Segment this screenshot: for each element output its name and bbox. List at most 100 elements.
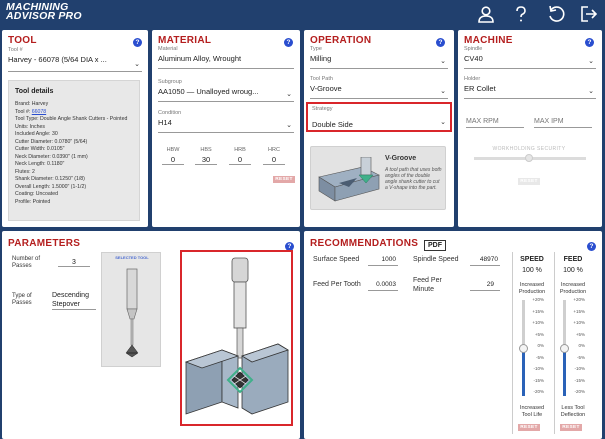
spindle-speed-value: 48970 bbox=[479, 256, 498, 263]
slider-tick-label: -5% bbox=[535, 354, 544, 360]
passes-label: Number of Passes bbox=[12, 256, 41, 269]
tool-detail-row: Included Angle: 30 bbox=[15, 131, 58, 137]
feed-slider-knob[interactable] bbox=[560, 343, 569, 353]
slider-tick-label: -15% bbox=[574, 377, 585, 383]
machine-panel: MACHINE ? Spindle CV40 ⌄ Holder ER Colle… bbox=[458, 30, 602, 227]
workholding-security-knob[interactable] bbox=[525, 154, 533, 162]
spindle-select[interactable]: Spindle CV40 ⌄ bbox=[464, 46, 596, 70]
operation-type-select[interactable]: Type Milling ⌄ bbox=[310, 46, 448, 70]
surface-speed-label: Surface Speed bbox=[313, 256, 360, 263]
selected-tool-label: SELECTED TOOL bbox=[115, 255, 149, 260]
tool-detail-row: Cutter Diameter: 0.0780" (5/64) bbox=[15, 138, 88, 145]
hrc-input[interactable]: 0 bbox=[263, 155, 285, 164]
tool-details-title: Tool details bbox=[15, 88, 54, 95]
max-ipm-input[interactable] bbox=[534, 116, 592, 128]
hbs-input[interactable]: 30 bbox=[195, 155, 217, 164]
feed-per-minute-label: Feed Per Minute bbox=[413, 277, 442, 293]
refresh-icon[interactable] bbox=[547, 5, 565, 23]
selected-tool-preview: SELECTED TOOL bbox=[101, 252, 161, 367]
top-bar: MACHINING ADVISOR PRO bbox=[0, 0, 605, 28]
slider-tick-label: +10% bbox=[573, 320, 585, 325]
hrb-input[interactable]: 0 bbox=[229, 155, 251, 164]
material-title: MATERIAL bbox=[158, 35, 212, 46]
holder-select[interactable]: Holder ER Collet ⌄ bbox=[464, 76, 596, 100]
tool-detail-row: Neck Length: 0.1180" bbox=[15, 161, 65, 167]
subgroup-select[interactable]: Subgroup AA1050 — Unalloyed wroug... ⌄ bbox=[158, 79, 294, 103]
slider-tick-label: +5% bbox=[575, 331, 585, 337]
help-icon[interactable] bbox=[512, 5, 530, 23]
speed-percent: 100 % bbox=[522, 267, 542, 274]
vgroove-title: V-Groove bbox=[385, 155, 417, 162]
tool-panel: TOOL ? Tool # Harvey - 66078 (5/64 DIA x… bbox=[2, 30, 148, 227]
speed-bottom-label: Increased Tool Life bbox=[519, 405, 545, 418]
tool-details-list: Brand: Harvey Tool #: 66078 Tool Type: Dou… bbox=[9, 101, 139, 206]
slider-tick-label: +15% bbox=[573, 308, 585, 314]
recommendations-title: RECOMMENDATIONS bbox=[310, 238, 419, 249]
material-select[interactable]: Material Aluminum Alloy, Wrought bbox=[158, 46, 294, 70]
feed-percent: 100 % bbox=[563, 267, 583, 274]
tool-detail-row: Flutes: 2 bbox=[15, 168, 35, 175]
slider-tick-label: 0% bbox=[578, 343, 585, 348]
tool-number-link[interactable]: 66078 bbox=[32, 109, 46, 115]
hrb-label: HRB bbox=[234, 147, 246, 153]
feed-reset-button[interactable]: RESET bbox=[560, 424, 582, 431]
speed-slider-knob[interactable] bbox=[519, 343, 528, 353]
slider-tick-label: +5% bbox=[534, 331, 544, 337]
feed-bottom-label: Less Tool Deflection bbox=[560, 405, 586, 418]
slider-tick-label: +15% bbox=[532, 308, 544, 314]
pdf-button[interactable]: PDF bbox=[424, 240, 446, 251]
chevron-down-icon: ⌄ bbox=[286, 122, 292, 129]
hbs-label: HBS bbox=[200, 147, 212, 153]
chevron-down-icon: ⌄ bbox=[588, 58, 594, 65]
surface-speed-value: 1000 bbox=[381, 256, 396, 263]
app-logo: MACHINING ADVISOR PRO bbox=[6, 1, 82, 22]
slider-tick-label: +10% bbox=[532, 320, 544, 325]
feed-slider-fill bbox=[563, 348, 566, 396]
slider-tick-label: -10% bbox=[533, 366, 544, 371]
max-rpm-input[interactable] bbox=[466, 116, 524, 128]
hbw-input[interactable]: 0 bbox=[162, 155, 184, 164]
tool-detail-row: Neck Diameter: 0.0390" (1 mm) bbox=[15, 153, 88, 160]
speed-slider-fill bbox=[522, 348, 525, 396]
vgroove-card: V-Groove A tool path that uses both angl… bbox=[310, 146, 446, 210]
passes-type-label: Type of Passes bbox=[12, 293, 32, 306]
slider-tick-label: -15% bbox=[533, 377, 544, 383]
feed-title: FEED bbox=[563, 256, 583, 263]
chevron-down-icon: ⌄ bbox=[440, 58, 446, 65]
chevron-down-icon: ⌄ bbox=[588, 88, 594, 95]
tool-help-icon[interactable]: ? bbox=[133, 38, 142, 47]
strategy-select[interactable]: Strategy Double Side ⌄ bbox=[306, 102, 452, 132]
chevron-down-icon: ⌄ bbox=[440, 88, 446, 95]
material-reset-button[interactable]: RESET bbox=[273, 176, 295, 183]
logout-icon[interactable] bbox=[580, 5, 598, 23]
feed-per-minute-value: 29 bbox=[486, 281, 494, 288]
toolpath-select[interactable]: Tool Path V-Groove ⌄ bbox=[310, 76, 448, 100]
passes-input[interactable]: 3 bbox=[58, 259, 90, 267]
tool-detail-row: Overall Length: 1.5000" (1-1/2) bbox=[15, 183, 87, 190]
tool-detail-row: Profile: Pointed bbox=[15, 198, 51, 205]
slider-tick-label: +20% bbox=[573, 297, 585, 302]
feed-top-label: Increased Production bbox=[559, 282, 587, 295]
condition-select[interactable]: Condition H14 ⌄ bbox=[158, 110, 294, 134]
machine-reset-button[interactable]: RESET bbox=[518, 178, 540, 185]
tool-select[interactable]: Tool # Harvey - 66078 (5/64 DIA x ... ⌄ bbox=[8, 47, 142, 73]
tool-detail-row: Tool Type: Double Angle Shank Cutters - … bbox=[15, 116, 128, 122]
slider-tick-label: -20% bbox=[574, 389, 585, 394]
workholding-security-label: WORKHOLDING SECURITY bbox=[492, 146, 566, 152]
tool-detail-row: Units: Inches bbox=[15, 123, 46, 130]
slider-tick-label: +20% bbox=[532, 297, 544, 302]
user-icon[interactable] bbox=[477, 5, 495, 23]
speed-top-label: Increased Production bbox=[518, 282, 546, 295]
passes-type-select[interactable]: Descending Stepover bbox=[52, 291, 96, 310]
tool-detail-row: Cutter Width: 0.0105" bbox=[15, 146, 65, 152]
slider-tick-label: -5% bbox=[576, 354, 585, 360]
vgroove-illustration-icon bbox=[318, 157, 380, 202]
recommendations-help-icon[interactable]: ? bbox=[587, 242, 596, 251]
operation-title: OPERATION bbox=[310, 35, 372, 46]
slider-tick-label: -10% bbox=[574, 366, 585, 371]
hbw-label: HBW bbox=[166, 147, 180, 153]
parameters-title: PARAMETERS bbox=[8, 238, 81, 249]
tool-details-card: Tool details Brand: Harvey Tool #: 66078 T… bbox=[8, 80, 140, 221]
speed-reset-button[interactable]: RESET bbox=[518, 424, 540, 431]
slider-tick-label: -20% bbox=[533, 389, 544, 394]
